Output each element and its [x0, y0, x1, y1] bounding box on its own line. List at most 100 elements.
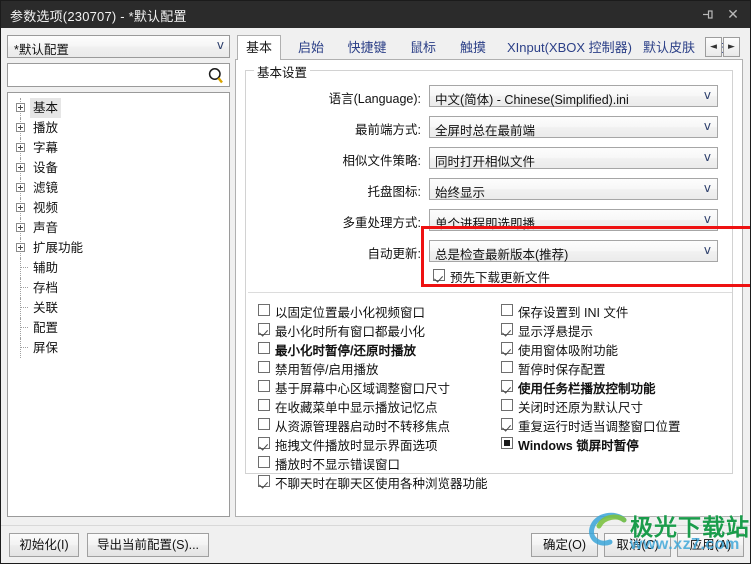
form-row-value: 同时打开相似文件 [435, 155, 536, 169]
checkbox-box[interactable] [258, 437, 270, 449]
config-profile-value: *默认配置 [14, 43, 69, 57]
form-row-combo-4[interactable]: 单个进程即选即播 v [429, 209, 718, 231]
tab-6[interactable]: 默认皮肤 [637, 37, 699, 59]
initialize-button[interactable]: 初始化(I) [9, 533, 79, 557]
tree-item-3[interactable]: 设备 [8, 158, 229, 178]
tab-bar: ◄ ► 基本启始快捷键鼠标触摸XInput(XBOX 控制器)默认皮肤进 [235, 35, 743, 60]
checkbox-box[interactable] [501, 323, 513, 335]
pin-icon[interactable] [694, 1, 720, 28]
ok-button[interactable]: 确定(O) [531, 533, 598, 557]
tab-scroll-left-button[interactable]: ◄ [705, 37, 722, 57]
chevron-down-icon: v [703, 119, 711, 133]
options-dialog: 参数选项(230707) - *默认配置 ✕ *默认配置 v 基本 播放 字幕 … [0, 0, 751, 564]
tab-label: XInput(XBOX 控制器) [507, 40, 632, 55]
form-row-5: 自动更新: 总是检查最新版本(推荐) v [246, 240, 734, 263]
form-row-4: 多重处理方式: 单个进程即选即播 v [246, 209, 734, 232]
expand-plus-icon[interactable] [16, 103, 25, 112]
checkbox-box[interactable] [501, 399, 513, 411]
window-title: 参数选项(230707) - *默认配置 [10, 9, 187, 24]
tree-item-12[interactable]: 屏保 [8, 338, 229, 358]
tab-scroll-right-button[interactable]: ► [723, 37, 740, 57]
checkbox-box[interactable] [501, 361, 513, 373]
checkbox-box[interactable] [258, 399, 270, 411]
checkbox-label: 重复运行时适当调整窗口位置 [518, 420, 681, 434]
form-row-combo-1[interactable]: 全屏时总在最前端 v [429, 116, 718, 138]
checkbox-box[interactable] [501, 380, 513, 392]
tree-item-4[interactable]: 滤镜 [8, 178, 229, 198]
chevron-down-icon: v [216, 38, 224, 52]
cancel-button[interactable]: 取消(C) [604, 533, 671, 557]
settings-tree[interactable]: 基本 播放字幕设备 滤镜 视频 声音扩展功能辅助 存档关联配置屏保 [7, 92, 230, 517]
search-box[interactable] [7, 63, 230, 87]
checkbox-box[interactable] [501, 342, 513, 354]
expand-plus-icon[interactable] [16, 123, 25, 132]
tree-leaf-dash [20, 327, 28, 328]
checkbox-label: Windows 锁屏时暂停 [518, 439, 639, 453]
tree-item-8[interactable]: 辅助 [8, 258, 229, 278]
expand-plus-icon[interactable] [16, 223, 25, 232]
tab-1[interactable]: 启始 [289, 37, 333, 59]
tab-3[interactable]: 鼠标 [401, 37, 445, 59]
form-row-combo-2[interactable]: 同时打开相似文件 v [429, 147, 718, 169]
export-config-button[interactable]: 导出当前配置(S)... [87, 533, 209, 557]
tree-item-label: 屏保 [33, 341, 59, 355]
tree-item-1[interactable]: 播放 [8, 118, 229, 138]
tree-item-label: 配置 [33, 321, 59, 335]
form-row-combo-3[interactable]: 始终显示 v [429, 178, 718, 200]
tab-label: 鼠标 [409, 40, 436, 55]
checkbox-box[interactable] [258, 380, 270, 392]
expand-plus-icon[interactable] [16, 183, 25, 192]
tree-item-label: 关联 [33, 301, 59, 315]
checkbox-box[interactable] [258, 475, 270, 487]
form-row-combo-0[interactable]: 中文(简体) - Chinese(Simplified).ini v [429, 85, 718, 107]
checkbox-label: 从资源管理器启动时不转移焦点 [275, 420, 451, 434]
tree-leaf-dash [20, 347, 28, 348]
tree-guide-line [20, 338, 21, 358]
checkbox-box[interactable] [258, 456, 270, 468]
expand-plus-icon[interactable] [16, 243, 25, 252]
config-profile-combo[interactable]: *默认配置 v [7, 35, 230, 58]
form-row-label: 托盘图标: [367, 185, 421, 199]
apply-button[interactable]: 应用(A) [677, 533, 744, 557]
tree-item-label: 字幕 [33, 141, 59, 155]
checkbox-box[interactable] [258, 418, 270, 430]
checkbox-box[interactable] [501, 304, 513, 316]
tree-item-5[interactable]: 视频 [8, 198, 229, 218]
tree-item-7[interactable]: 扩展功能 [8, 238, 229, 258]
expand-plus-icon[interactable] [16, 163, 25, 172]
tab-0[interactable]: 基本 [237, 35, 281, 60]
tab-4[interactable]: 触摸 [451, 37, 495, 59]
checkbox-label: 最小化时暂停/还原时播放 [275, 344, 416, 358]
form-row-value: 总是检查最新版本(推荐) [435, 248, 569, 262]
chevron-down-icon: v [703, 150, 711, 164]
chevron-down-icon: v [703, 88, 711, 102]
settings-panel: ◄ ► 基本启始快捷键鼠标触摸XInput(XBOX 控制器)默认皮肤进 基本设… [235, 35, 750, 517]
tree-item-label: 扩展功能 [33, 241, 84, 255]
tree-item-6[interactable]: 声音 [8, 218, 229, 238]
form-row-0: 语言(Language): 中文(简体) - Chinese(Simplified… [246, 85, 734, 108]
form-row-label: 多重处理方式: [342, 216, 421, 230]
tab-2[interactable]: 快捷键 [339, 37, 395, 59]
checkbox-box[interactable] [433, 269, 445, 281]
expand-plus-icon[interactable] [16, 143, 25, 152]
tree-item-2[interactable]: 字幕 [8, 138, 229, 158]
checkbox-box[interactable] [258, 323, 270, 335]
tab-5[interactable]: XInput(XBOX 控制器) [501, 37, 632, 59]
form-row-2: 相似文件策略: 同时打开相似文件 v [246, 147, 734, 170]
tree-item-10[interactable]: 关联 [8, 298, 229, 318]
tree-item-9[interactable]: 存档 [8, 278, 229, 298]
checkbox-box[interactable] [258, 361, 270, 373]
checkbox-label: 保存设置到 INI 文件 [518, 306, 629, 320]
search-input[interactable] [12, 67, 202, 83]
checkbox-box[interactable] [258, 342, 270, 354]
form-row-combo-5[interactable]: 总是检查最新版本(推荐) v [429, 240, 718, 262]
close-icon[interactable]: ✕ [720, 1, 746, 28]
tree-item-11[interactable]: 配置 [8, 318, 229, 338]
tree-item-0[interactable]: 基本 [8, 98, 229, 118]
checkbox-box[interactable] [501, 437, 513, 449]
checkbox-label: 显示浮悬提示 [518, 325, 594, 339]
checkbox-box[interactable] [501, 418, 513, 430]
expand-plus-icon[interactable] [16, 203, 25, 212]
checkbox-box[interactable] [258, 304, 270, 316]
search-icon[interactable] [207, 67, 225, 85]
